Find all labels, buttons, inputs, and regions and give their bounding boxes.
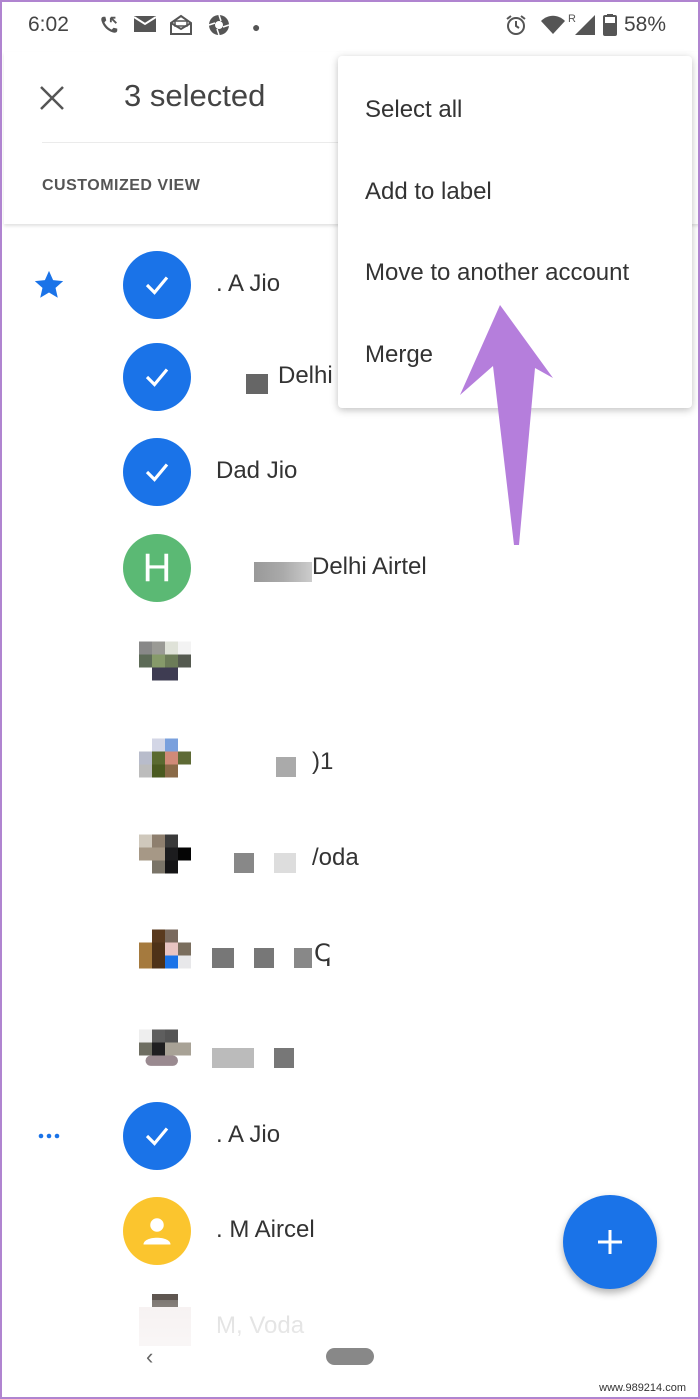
contact-row[interactable] bbox=[0, 619, 700, 714]
contact-name: . A Jio bbox=[216, 270, 281, 297]
close-icon bbox=[40, 86, 64, 110]
contact-name: Delhi Airtel bbox=[312, 553, 427, 580]
redacted-name-block bbox=[212, 943, 312, 971]
redacted-name-block bbox=[276, 752, 296, 780]
email-icon bbox=[133, 14, 157, 40]
check-icon bbox=[145, 368, 169, 387]
annotation-arrow-icon bbox=[460, 305, 553, 545]
wifi-icon bbox=[540, 14, 566, 42]
redacted-name-block bbox=[212, 1043, 294, 1071]
photo-thumbnail bbox=[139, 641, 191, 681]
status-time: 6:02 bbox=[28, 13, 69, 36]
close-selection-button[interactable] bbox=[34, 80, 70, 116]
selected-check-avatar[interactable] bbox=[123, 251, 191, 319]
home-pill-icon[interactable] bbox=[326, 1348, 374, 1365]
navigation-bar: ‹ bbox=[0, 1340, 700, 1380]
menu-item-move-to-another-account[interactable]: Move to another account bbox=[365, 259, 629, 287]
contact-row[interactable]: H Delhi Airtel bbox=[0, 521, 700, 616]
contact-name: /oda bbox=[312, 844, 359, 871]
selected-check-avatar[interactable] bbox=[123, 1102, 191, 1170]
contact-name: ↅ bbox=[314, 940, 331, 967]
create-contact-fab[interactable] bbox=[563, 1195, 657, 1289]
redacted-name-block bbox=[246, 362, 268, 394]
contact-name: Dad Jio bbox=[216, 457, 298, 484]
menu-item-select-all[interactable]: Select all bbox=[365, 96, 462, 124]
letter-avatar[interactable]: H bbox=[123, 534, 191, 602]
aperture-icon bbox=[208, 14, 230, 42]
photo-thumbnail bbox=[139, 738, 191, 778]
contact-photo-avatar[interactable] bbox=[123, 820, 191, 888]
battery-icon bbox=[603, 14, 617, 42]
contact-row[interactable]: ↅ bbox=[0, 907, 700, 1002]
menu-item-merge[interactable]: Merge bbox=[365, 341, 433, 369]
opened-mail-icon bbox=[169, 14, 193, 42]
photo-thumbnail bbox=[139, 929, 191, 969]
redacted-name-block bbox=[234, 848, 296, 876]
customized-view-label[interactable]: CUSTOMIZED VIEW bbox=[42, 177, 200, 195]
check-icon bbox=[145, 1127, 169, 1146]
more-dots-icon bbox=[38, 1127, 60, 1145]
contact-row[interactable]: Dad Jio bbox=[0, 425, 700, 520]
contact-photo-avatar[interactable] bbox=[123, 627, 191, 695]
contact-photo-avatar[interactable] bbox=[123, 915, 191, 983]
redacted-name-block bbox=[254, 557, 312, 585]
battery-percent: 58% bbox=[624, 13, 667, 36]
selected-check-avatar[interactable] bbox=[123, 438, 191, 506]
contact-row[interactable] bbox=[0, 1007, 700, 1102]
contact-row[interactable]: )1 bbox=[0, 716, 700, 811]
watermark: www.989214.com bbox=[599, 1382, 686, 1394]
contact-name: Delhi bbox=[278, 362, 333, 389]
contact-name: . A Jio bbox=[216, 1121, 281, 1148]
person-icon bbox=[143, 1218, 171, 1245]
contact-photo-avatar[interactable] bbox=[123, 724, 191, 792]
selected-check-avatar[interactable] bbox=[123, 343, 191, 411]
check-icon bbox=[145, 463, 169, 482]
alarm-icon bbox=[505, 14, 527, 42]
selection-count-title: 3 selected bbox=[124, 78, 266, 113]
status-bar: 6:02 ● R 58% bbox=[0, 0, 700, 52]
contact-photo-avatar[interactable] bbox=[123, 1015, 191, 1083]
contact-row[interactable]: . A Jio bbox=[0, 1089, 700, 1184]
contact-row[interactable]: /oda bbox=[0, 812, 700, 907]
menu-item-add-to-label[interactable]: Add to label bbox=[365, 178, 492, 206]
back-chevron-icon[interactable]: ‹ bbox=[146, 1344, 153, 1370]
signal-icon bbox=[574, 14, 596, 42]
contact-name: . M Aircel bbox=[216, 1216, 315, 1243]
star-icon bbox=[32, 268, 66, 307]
photo-thumbnail bbox=[139, 834, 191, 874]
photo-thumbnail bbox=[139, 1029, 191, 1066]
default-person-avatar[interactable] bbox=[123, 1197, 191, 1265]
missed-call-icon bbox=[98, 14, 120, 42]
check-icon bbox=[145, 276, 169, 295]
dot-icon: ● bbox=[252, 19, 261, 35]
plus-icon bbox=[598, 1230, 622, 1254]
contact-name: )1 bbox=[312, 748, 334, 775]
